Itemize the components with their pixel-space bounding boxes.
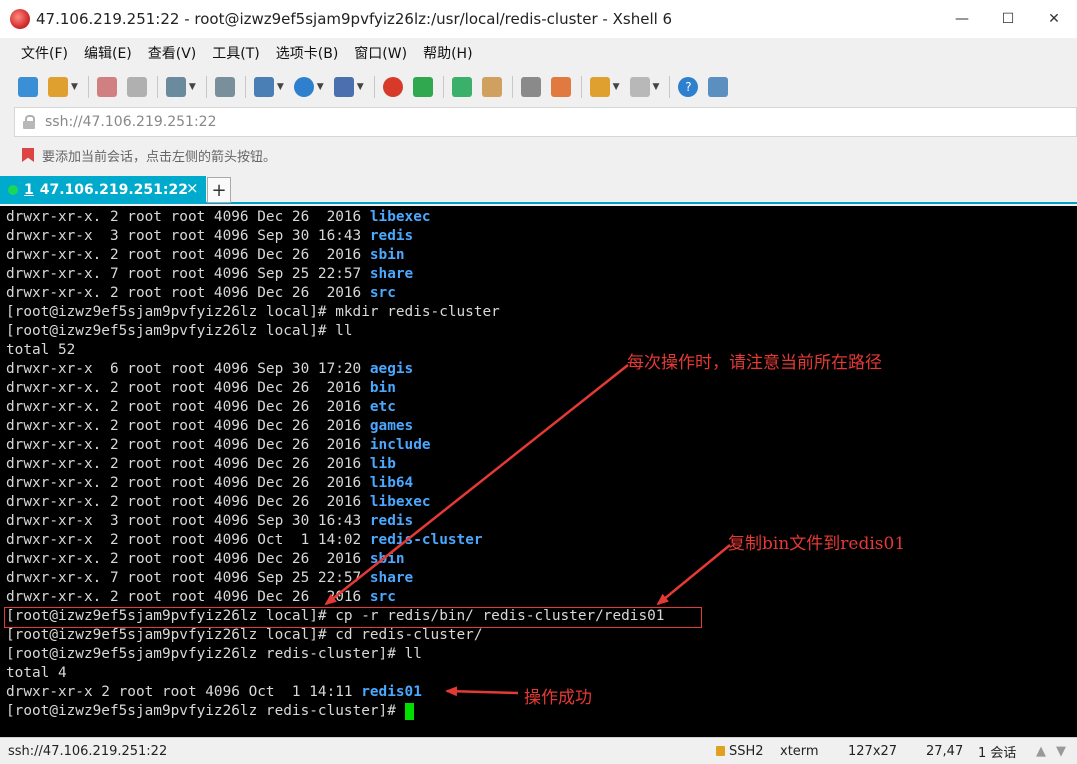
status-protocol-text: SSH2 <box>729 743 764 759</box>
status-bar: ssh://47.106.219.251:22 SSH2 xterm 127x2… <box>0 737 1077 764</box>
annotation-arrows <box>324 364 731 697</box>
scroll-down-icon[interactable]: ▼ <box>1056 744 1066 759</box>
lock-icon <box>716 746 725 756</box>
status-terminal-type: xterm <box>780 743 819 759</box>
status-sessions: 1 会话 <box>978 745 1017 761</box>
arrow-copy-note <box>656 544 731 606</box>
status-connection: ssh://47.106.219.251:22 <box>8 743 168 759</box>
status-position: 27,47 <box>926 743 964 759</box>
status-protocol: SSH2 <box>716 744 764 759</box>
scroll-up-icon[interactable]: ▲ <box>1036 744 1046 759</box>
arrow-success-note <box>445 686 519 697</box>
arrow-path-note <box>324 364 629 606</box>
status-size: 127x27 <box>848 743 898 759</box>
